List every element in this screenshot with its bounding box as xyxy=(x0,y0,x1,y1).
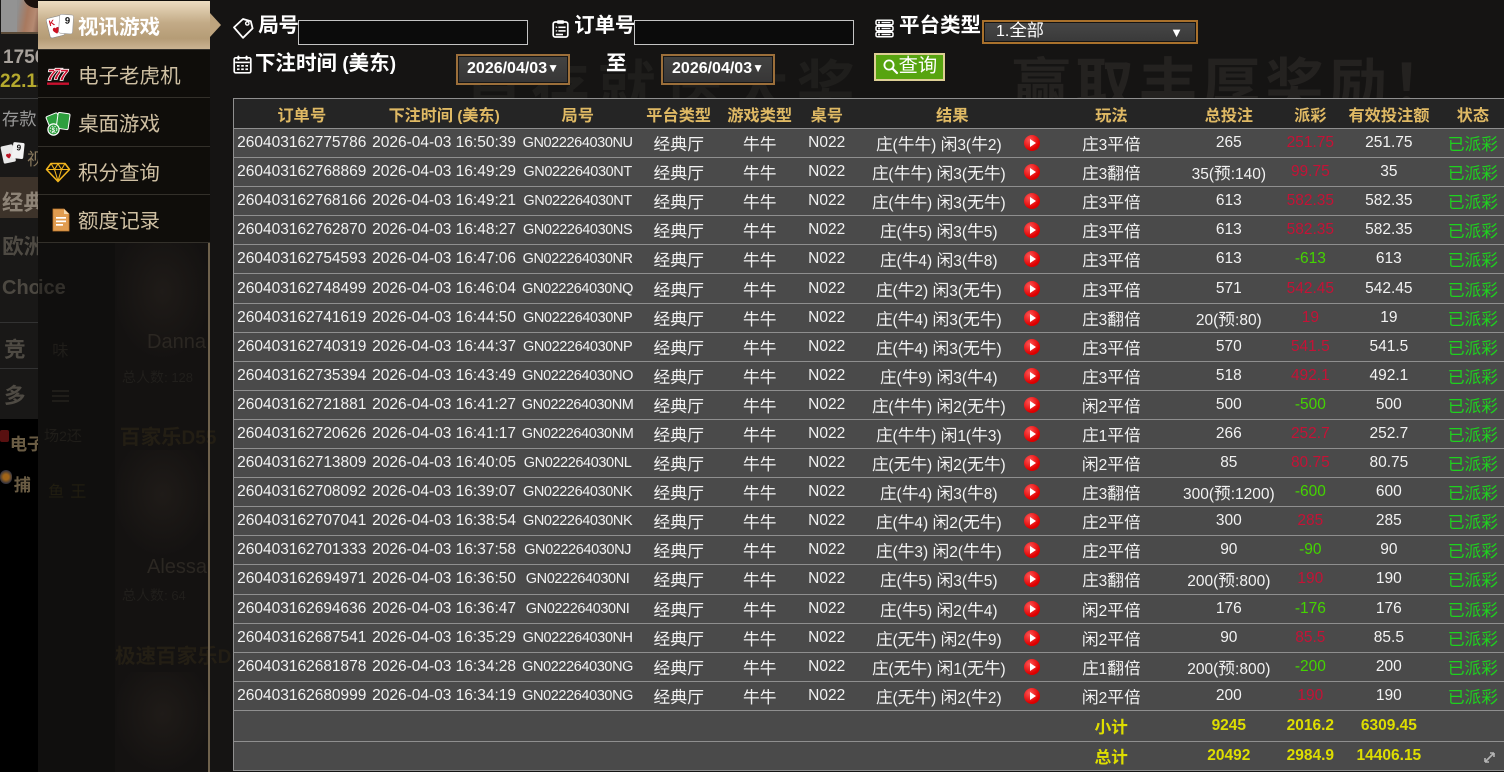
svg-text:9: 9 xyxy=(64,16,70,27)
